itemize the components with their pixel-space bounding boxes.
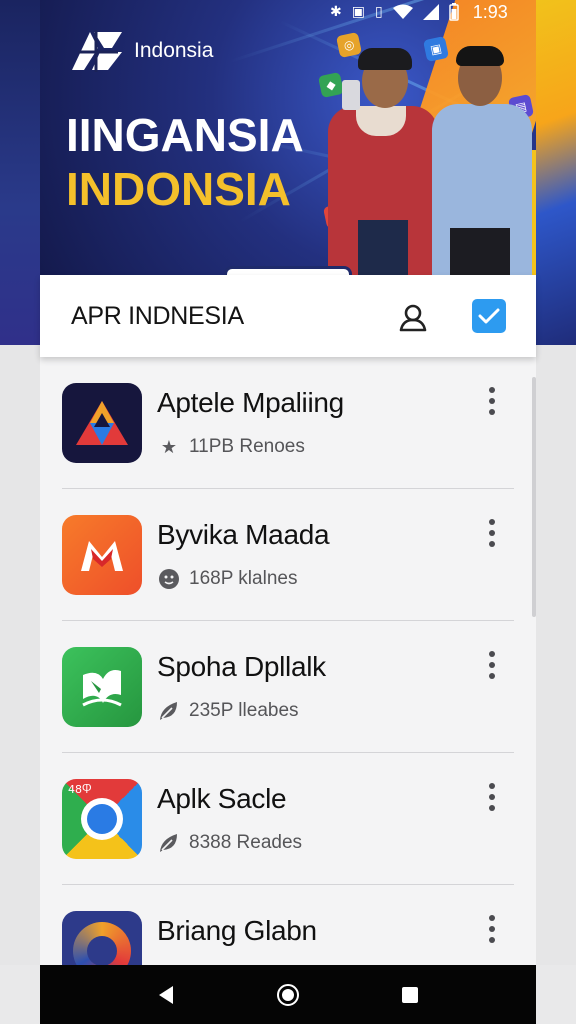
leaf-icon — [160, 834, 177, 852]
app-title: Aptele Mpaliing — [157, 387, 344, 418]
list-item[interactable]: Byvika Maada 168P klalnes — [40, 489, 536, 621]
hero-banner[interactable]: ◎ ▣ ◆ ▤ ▲ 2Ѵ Indonsia IINGANSIA INDONSIA — [40, 0, 536, 275]
app-bar-title: APR INDNESIA — [71, 302, 244, 330]
app-title: Aplk Sacle — [157, 783, 287, 814]
app-meta: ★ 11PB Renoes — [157, 435, 305, 459]
logo-mark-icon — [72, 30, 122, 72]
checkmark-icon — [478, 308, 500, 324]
app-meta-text: 8388 Reades — [189, 832, 303, 853]
list-item[interactable]: Spoha Dpllalk 235P lleabes — [40, 621, 536, 753]
signal-icon — [422, 4, 439, 20]
app-meta-text: 11PB Renoes — [189, 436, 305, 457]
logo-text: Indonsia — [134, 39, 214, 62]
back-button[interactable] — [150, 979, 182, 1011]
hero-headline-1: IINGANSIA — [66, 109, 304, 161]
status-time: 1:93 — [472, 1, 508, 22]
list-item[interactable]: Aptele Mpaliing ★ 11PB Renoes — [40, 357, 536, 489]
app-title: Spoha Dpllalk — [157, 651, 326, 682]
prism-icon[interactable] — [62, 383, 142, 463]
home-circle-icon — [277, 983, 299, 1006]
app-title: Briang Glabn — [157, 915, 317, 946]
app-meta-text: 235P lleabes — [189, 700, 299, 721]
person-blue-shirt-image — [428, 44, 536, 275]
app-meta: 168P klalnes — [157, 567, 297, 591]
app-meta: 235P lleabes — [157, 699, 299, 723]
more-options-icon[interactable] — [480, 783, 504, 819]
recent-square-icon — [402, 986, 418, 1003]
m-letter-icon[interactable] — [62, 515, 142, 595]
list-item[interactable]: Briang Glabn — [40, 885, 536, 965]
system-nav-bar — [40, 965, 536, 1024]
book-icon[interactable] — [62, 647, 142, 727]
back-triangle-icon — [159, 985, 173, 1004]
wifi-icon — [392, 4, 413, 19]
leaf-icon — [160, 702, 177, 720]
screen: ◎ ▣ ◆ ▤ ▲ 2Ѵ Indonsia IINGANSIA INDONSIA — [0, 0, 576, 1024]
bluetooth-icon: ✱ — [330, 4, 342, 20]
left-backdrop — [0, 0, 40, 345]
list-item[interactable]: 48Ⴔ Aplk Sacle 8388 Reades — [40, 753, 536, 885]
app-meta: 8388 Reades — [157, 831, 302, 855]
swirl-icon[interactable] — [62, 911, 142, 965]
status-bar: ✱ ▣ ▯ 1:93 — [330, 0, 540, 24]
more-options-icon[interactable] — [480, 915, 504, 951]
app-list[interactable]: Aptele Mpaliing ★ 11PB Renoes Byvika Maa… — [40, 357, 536, 965]
more-options-icon[interactable] — [480, 519, 504, 555]
icon-badge: 48Ⴔ — [68, 783, 92, 796]
more-options-icon[interactable] — [480, 651, 504, 687]
brand-logo: Indonsia — [68, 26, 213, 76]
chrome-icon[interactable]: 48Ⴔ — [62, 779, 142, 859]
hero-headline-2: INDONSIA — [66, 163, 291, 215]
star-icon: ★ — [160, 436, 178, 457]
app-meta-text: 168P klalnes — [189, 568, 298, 589]
vibrate-icon: ▯ — [374, 4, 383, 20]
more-options-icon[interactable] — [480, 387, 504, 423]
face-icon — [159, 569, 179, 589]
nfc-icon: ▣ — [351, 4, 365, 20]
checkbox-button[interactable] — [472, 299, 506, 333]
battery-icon — [448, 3, 459, 21]
app-bar: APR INDNESIA — [40, 275, 536, 357]
user-icon[interactable] — [398, 301, 430, 333]
home-button[interactable] — [272, 979, 304, 1011]
right-backdrop — [536, 0, 576, 345]
app-title: Byvika Maada — [157, 519, 330, 550]
recents-button[interactable] — [394, 979, 426, 1011]
